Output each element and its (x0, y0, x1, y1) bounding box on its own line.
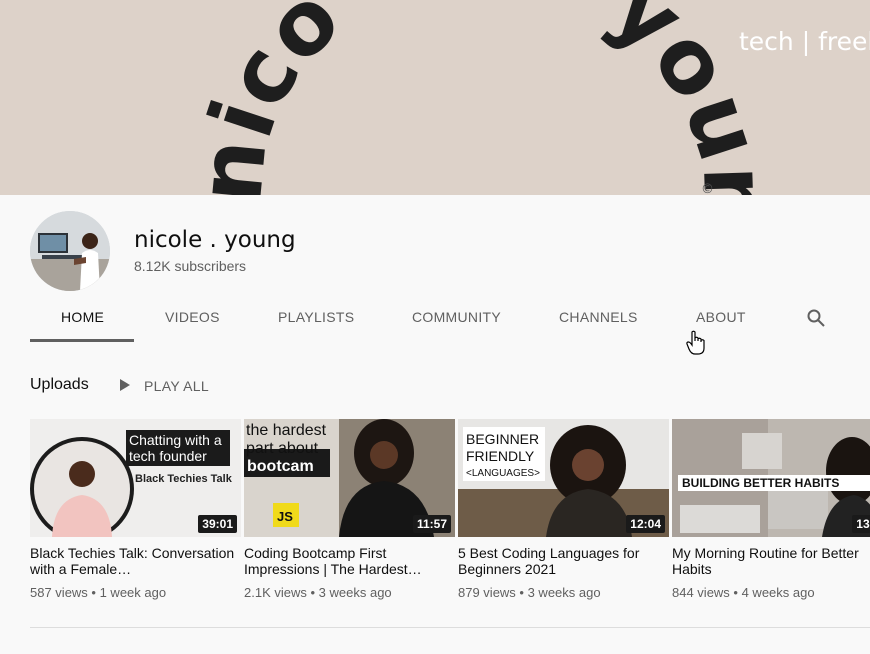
video-title[interactable]: Coding Bootcamp First Impressions | The … (244, 545, 455, 577)
video-age: 1 week ago (99, 585, 167, 600)
channel-banner: nico young © tech | freel (0, 0, 870, 195)
video-card[interactable]: BUILDING BETTER HABITS 13:01 My Morning … (672, 419, 870, 600)
video-meta: 2.1K views • 3 weeks ago (244, 585, 392, 600)
video-title[interactable]: My Morning Routine for Better Habits (672, 545, 870, 577)
subscriber-count: 8.12K subscribers (134, 258, 247, 274)
thumbnail-text: BEGINNER FRIENDLY <LANGUAGES> (466, 431, 540, 479)
video-duration: 12:04 (626, 515, 665, 533)
tab-channels[interactable]: CHANNELS (559, 309, 638, 325)
hand-pointer-cursor-icon (686, 330, 705, 355)
tab-playlists[interactable]: PLAYLISTS (278, 309, 354, 325)
play-all-button[interactable]: PLAY ALL (144, 378, 209, 394)
video-card[interactable]: BEGINNER FRIENDLY <LANGUAGES> 12:04 5 Be… (458, 419, 669, 600)
video-age: 3 weeks ago (527, 585, 601, 600)
video-views: 844 views (672, 585, 730, 600)
video-views: 2.1K views (244, 585, 307, 600)
tab-videos[interactable]: VIDEOS (165, 309, 220, 325)
uploads-heading[interactable]: Uploads (30, 376, 89, 394)
tab-about[interactable]: ABOUT (696, 309, 746, 325)
video-views: 879 views (458, 585, 516, 600)
video-thumbnail[interactable]: the hardest part about bootcam JS 11:57 (244, 419, 455, 537)
video-duration: 39:01 (198, 515, 237, 533)
thumbnail-text: BUILDING BETTER HABITS (682, 476, 840, 490)
video-age: 4 weeks ago (741, 585, 815, 600)
avatar-photo (30, 211, 110, 291)
thumbnail-subtext: Black Techies Talk (135, 473, 232, 485)
tab-community[interactable]: COMMUNITY (412, 309, 501, 325)
video-meta: 587 views • 1 week ago (30, 585, 167, 600)
banner-arc-right: young (0, 0, 788, 195)
video-age: 3 weeks ago (318, 585, 392, 600)
video-meta: 879 views • 3 weeks ago (458, 585, 601, 600)
js-badge: JS (277, 509, 293, 524)
video-card[interactable]: the hardest part about bootcam JS 11:57 … (244, 419, 455, 600)
thumbnail-text-bold: bootcam (247, 458, 314, 475)
thumbnail-text: Chatting with a tech founder (129, 432, 222, 464)
search-icon[interactable] (806, 308, 826, 328)
banner-tagline: tech | freel (739, 27, 870, 56)
play-all-icon[interactable] (119, 378, 131, 392)
tab-home[interactable]: HOME (61, 309, 104, 325)
video-thumbnail[interactable]: BEGINNER FRIENDLY <LANGUAGES> 12:04 (458, 419, 669, 537)
channel-avatar[interactable] (30, 211, 110, 291)
banner-copyright: © (701, 182, 714, 195)
video-title[interactable]: Black Techies Talk: Conversation with a … (30, 545, 241, 577)
video-duration: 11:57 (412, 515, 451, 533)
video-card[interactable]: Chatting with a tech founder Black Techi… (30, 419, 241, 600)
video-duration: 13:01 (852, 515, 870, 533)
video-title[interactable]: 5 Best Coding Languages for Beginners 20… (458, 545, 669, 577)
svg-text:young: young (0, 0, 788, 195)
video-views: 587 views (30, 585, 88, 600)
video-thumbnail[interactable]: BUILDING BETTER HABITS 13:01 (672, 419, 870, 537)
svg-text:nico: nico (178, 0, 360, 195)
channel-name: nicole . young (134, 227, 296, 253)
banner-arc-left: nico (178, 0, 360, 195)
active-tab-indicator (30, 339, 134, 342)
shelf-divider (30, 627, 870, 628)
video-thumbnail[interactable]: Chatting with a tech founder Black Techi… (30, 419, 241, 537)
video-meta: 844 views • 4 weeks ago (672, 585, 815, 600)
thumbnail-text: the hardest part about (246, 422, 327, 457)
